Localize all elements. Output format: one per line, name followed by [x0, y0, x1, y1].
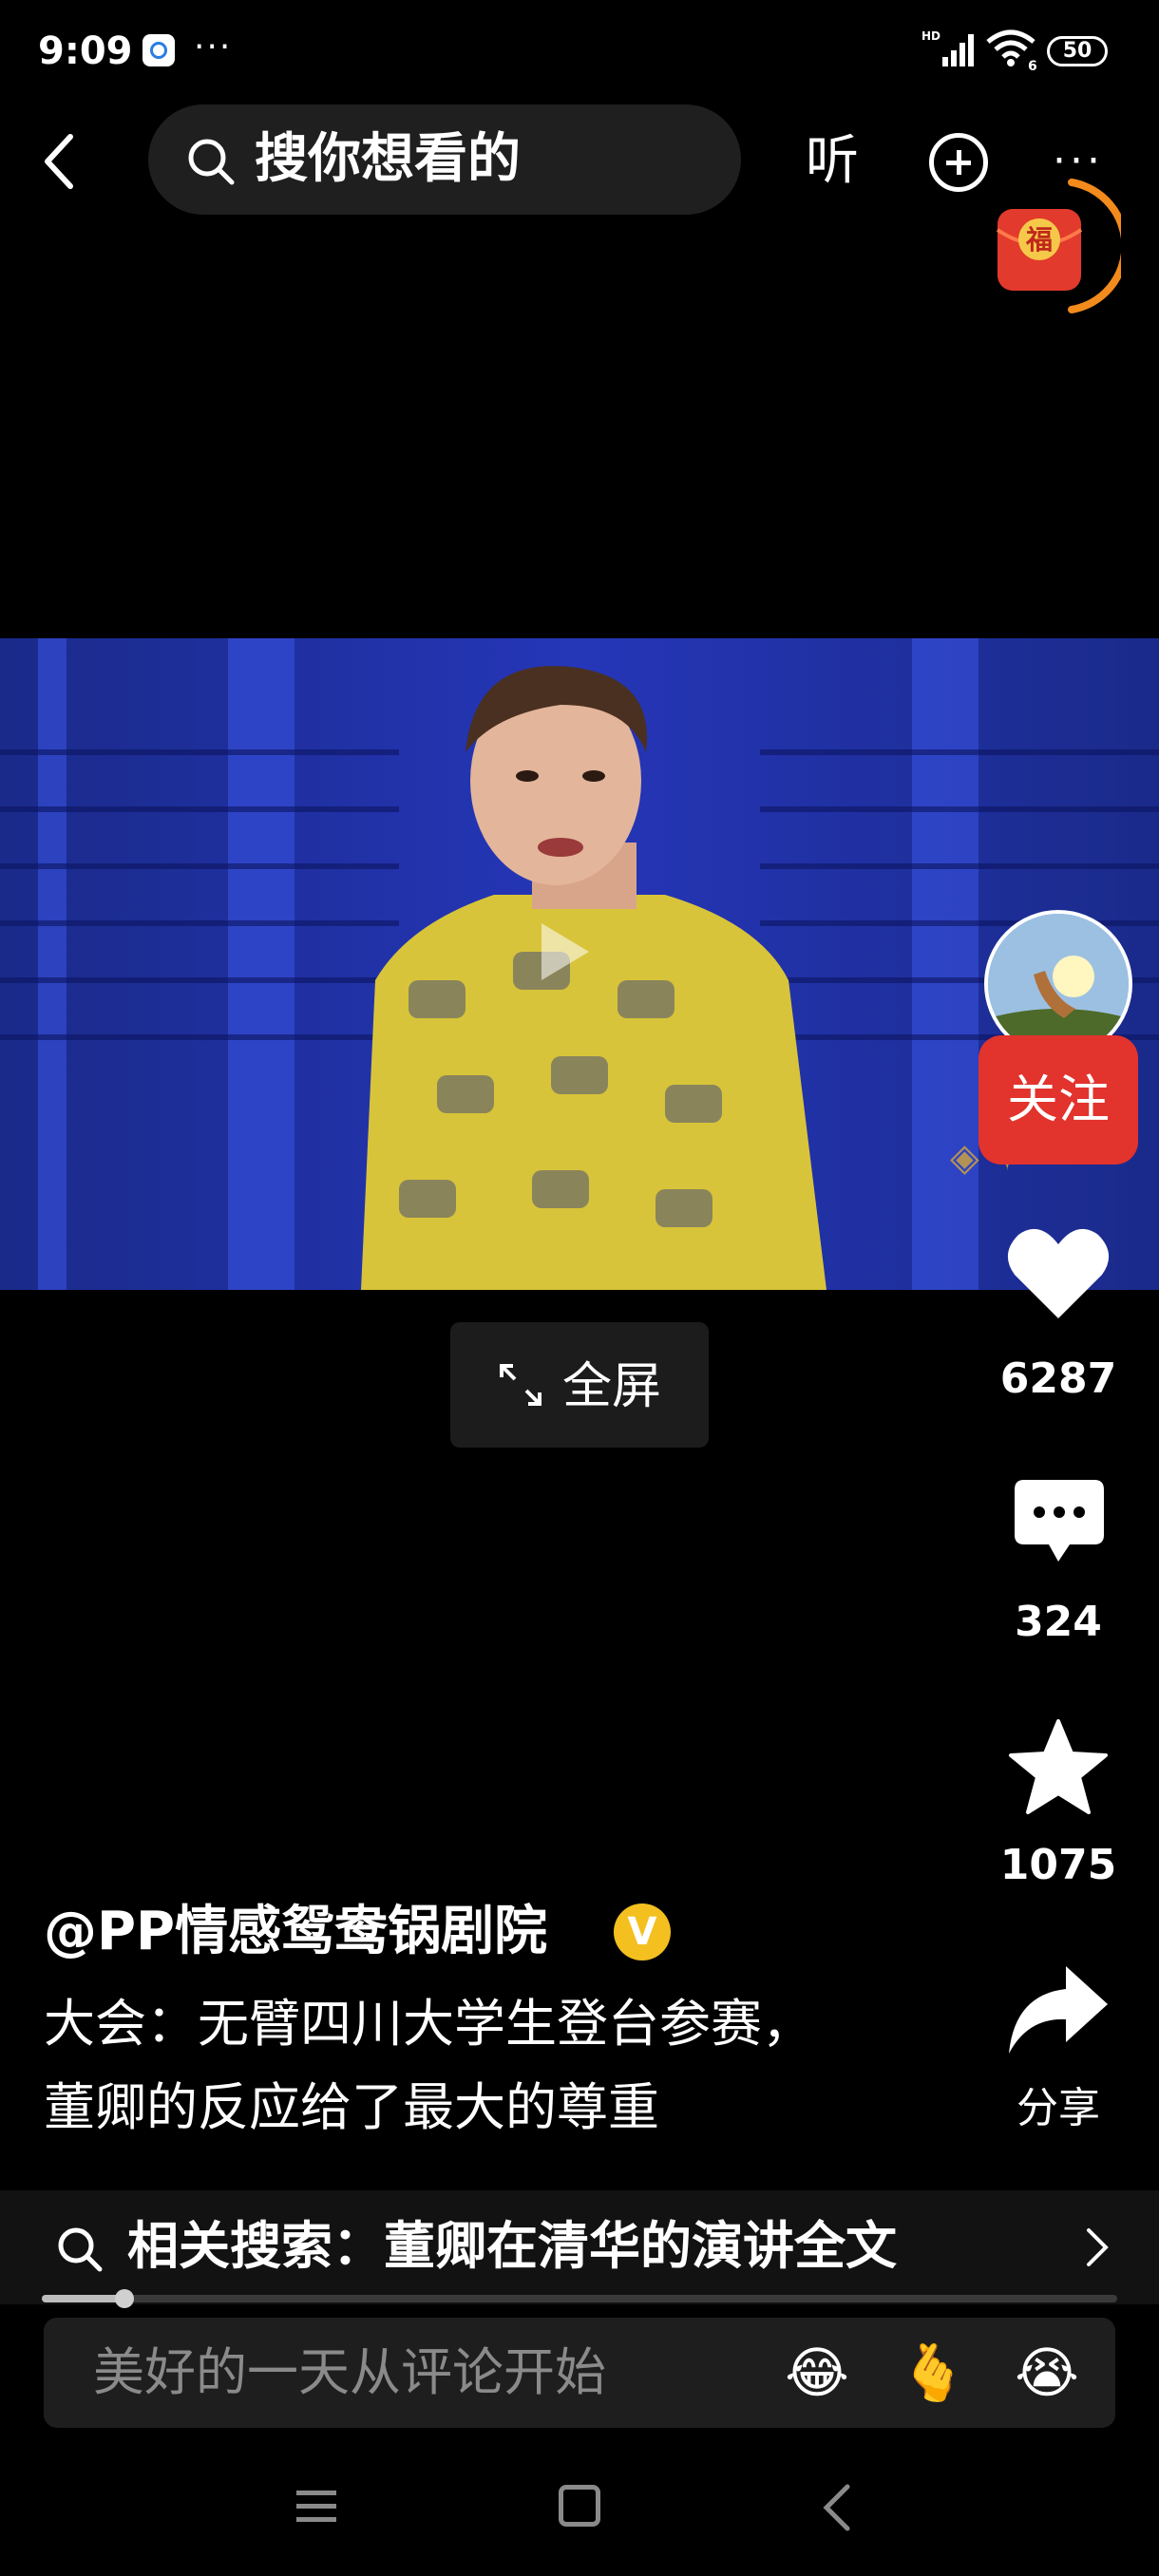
add-button[interactable]: [929, 133, 988, 192]
comment-placeholder: 美好的一天从评论开始: [93, 2342, 606, 2402]
expand-icon: [500, 1364, 542, 1406]
progress-fill: [42, 2295, 125, 2302]
progress-handle[interactable]: [115, 2289, 135, 2308]
avatar-image: [988, 914, 1129, 1054]
video-player[interactable]: ◈ ✦: [0, 638, 1159, 1290]
crying-emoji-button[interactable]: 😭: [1015, 2340, 1079, 2405]
video-frame-image: ◈ ✦: [0, 638, 1159, 1290]
fullscreen-label: 全屏: [562, 1358, 662, 1415]
signal-icon: HD: [922, 29, 974, 66]
fullscreen-button[interactable]: 全屏: [450, 1322, 709, 1448]
comment-input[interactable]: 美好的一天从评论开始 😂 🫰 😭: [44, 2318, 1115, 2428]
related-search-bar[interactable]: 相关搜索：董卿在清华的演讲全文: [0, 2190, 1159, 2304]
comment-count: 324: [1015, 1598, 1102, 1646]
comment-icon[interactable]: [1011, 1476, 1108, 1567]
like-count: 6287: [999, 1354, 1117, 1403]
search-input[interactable]: 搜你想看的: [148, 104, 741, 215]
app-notification-icon: [142, 34, 175, 66]
listen-button[interactable]: 听: [806, 128, 859, 195]
share-label: 分享: [1016, 2084, 1100, 2132]
author-name[interactable]: @PP情感鸳鸯锅剧院: [44, 1900, 547, 1964]
red-packet-label: 福: [1025, 224, 1053, 256]
nav-back-icon[interactable]: [821, 2483, 853, 2532]
svg-text:HD: HD: [922, 29, 940, 43]
video-progress-bar[interactable]: [42, 2289, 1117, 2308]
verified-badge-icon: V: [614, 1904, 671, 1960]
video-caption-line-1: 大会：无臂四川大学生登台参赛，: [44, 1994, 813, 2054]
related-search-text: 相关搜索：董卿在清华的演讲全文: [127, 2216, 897, 2276]
chevron-right-icon: [1087, 2228, 1109, 2266]
heart-icon[interactable]: [1005, 1223, 1112, 1322]
favorite-count: 1075: [999, 1841, 1117, 1889]
star-icon[interactable]: [1007, 1717, 1110, 1816]
video-caption-line-2: 董卿的反应给了最大的尊重: [44, 2077, 659, 2137]
svg-text:6: 6: [1028, 59, 1037, 72]
finger-heart-emoji-button[interactable]: 🫰: [899, 2340, 967, 2405]
red-packet-icon: 福: [996, 179, 1130, 313]
laughing-emoji-button[interactable]: 😂: [785, 2340, 849, 2405]
follow-button[interactable]: 关注: [978, 1035, 1138, 1165]
wifi-icon: 6: [986, 29, 1037, 72]
back-button[interactable]: [38, 133, 86, 190]
search-placeholder: 搜你想看的: [255, 128, 521, 190]
status-more-icon: ···: [194, 28, 233, 66]
home-icon[interactable]: [559, 2485, 600, 2527]
search-icon: [58, 2227, 103, 2272]
share-icon[interactable]: [1005, 1962, 1112, 2057]
red-packet-reward-button[interactable]: 福: [988, 177, 1130, 319]
status-time: 9:09: [38, 29, 133, 73]
search-icon: [188, 139, 235, 185]
battery-indicator: 50: [1047, 36, 1108, 66]
menu-icon[interactable]: [294, 2487, 338, 2525]
